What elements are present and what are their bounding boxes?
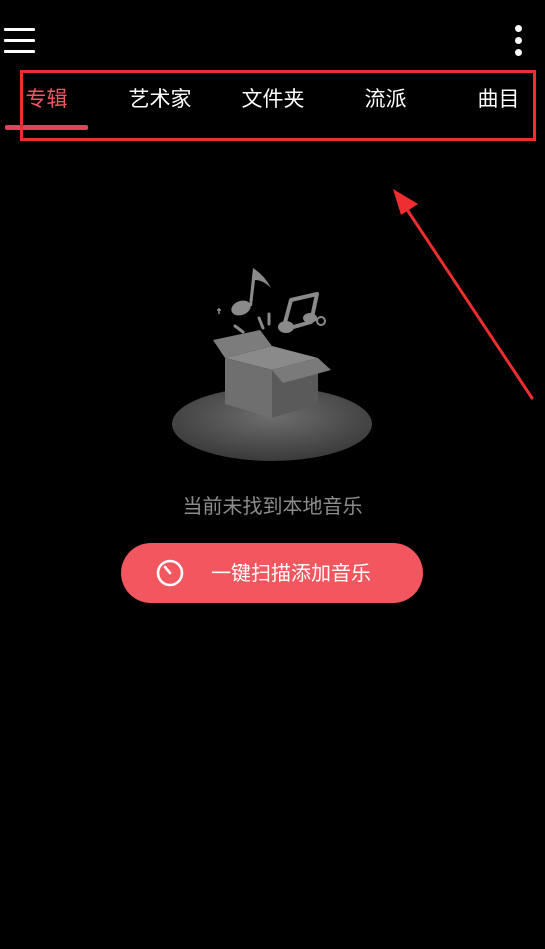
tab-folders[interactable]: 文件夹: [235, 84, 311, 114]
music-box-icon: [172, 268, 372, 461]
more-dot: [515, 37, 522, 44]
empty-state-message: 当前未找到本地音乐: [182, 494, 363, 518]
annotation-arrow-icon: [393, 189, 534, 400]
more-vertical-icon: [515, 25, 522, 32]
hamburger-menu-icon: [4, 28, 35, 31]
scan-button-label: 一键扫描添加音乐: [211, 561, 371, 585]
tab-genres[interactable]: 流派: [357, 84, 414, 114]
more-dot: [515, 49, 522, 56]
active-tab-indicator: [5, 125, 88, 130]
scan-timer-icon: [156, 559, 184, 587]
hamburger-line: [4, 50, 35, 53]
more-options-button[interactable]: [508, 22, 530, 58]
menu-button[interactable]: [4, 26, 36, 54]
hamburger-line: [4, 39, 35, 42]
tab-artists[interactable]: 艺术家: [122, 84, 198, 114]
tab-albums[interactable]: 专辑: [18, 84, 75, 114]
scan-add-music-button[interactable]: 一键扫描添加音乐: [121, 543, 423, 603]
tab-tracks[interactable]: 曲目: [470, 84, 527, 114]
